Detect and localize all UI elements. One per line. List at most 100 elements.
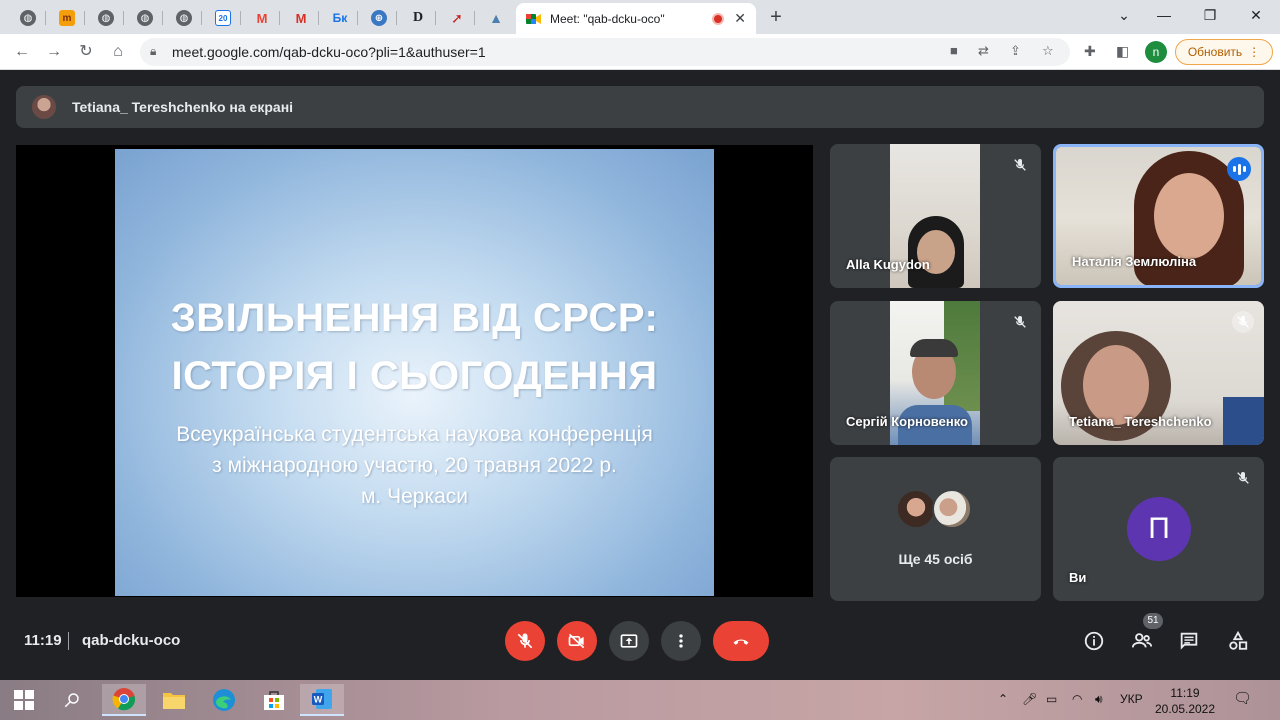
tab-meet-active[interactable]: Meet: "qab-dcku-oco" ✕ — [516, 3, 756, 34]
profile-avatar[interactable]: n — [1145, 41, 1167, 63]
tab-9[interactable]: Бк — [322, 4, 358, 32]
bookmark-star-icon[interactable]: ☆ — [1042, 43, 1054, 59]
globe-icon: ◍ — [176, 10, 192, 26]
mic-off-icon — [1232, 311, 1254, 333]
system-date: 20.05.2022 — [1154, 702, 1216, 716]
participant-count-badge: 51 — [1143, 613, 1163, 629]
slide-subtitle: Всеукраїнська студентська наукова конфер… — [176, 419, 652, 512]
microphone-toggle-button[interactable] — [505, 621, 545, 661]
presenter-avatar — [32, 95, 56, 119]
tab-4[interactable]: ◍ — [127, 4, 163, 32]
home-icon[interactable]: ⌂ — [106, 40, 130, 64]
taskbar-edge[interactable] — [202, 684, 246, 716]
taskbar-store[interactable] — [252, 684, 296, 716]
mic-off-icon — [517, 633, 533, 649]
tab-11[interactable]: D — [400, 4, 436, 32]
tab-1[interactable]: ◍ — [10, 4, 46, 32]
svg-text:W: W — [314, 695, 323, 705]
shared-screen[interactable]: ЗВІЛЬНЕННЯ ВІД СРСР: ІСТОРІЯ І СЬОГОДЕНН… — [16, 145, 813, 597]
divider — [68, 632, 69, 650]
url-text[interactable]: meet.google.com/qab-dcku-oco?pli=1&authu… — [172, 44, 486, 60]
new-tab-button[interactable]: + — [764, 6, 788, 30]
taskbar-word[interactable]: W — [300, 684, 344, 716]
side-panel-icon[interactable]: ◧ — [1116, 43, 1129, 60]
wifi-icon[interactable]: ◠ — [1072, 692, 1082, 706]
meeting-code[interactable]: qab-dcku-oco — [82, 632, 180, 649]
windows-logo-icon — [14, 690, 34, 710]
more-participants-label: Ще 45 осіб — [898, 551, 973, 567]
hang-up-icon — [733, 639, 749, 645]
more-options-button[interactable] — [661, 621, 701, 661]
microphone-in-use-icon[interactable]: 🎤︎ — [1022, 692, 1037, 706]
volume-icon[interactable]: 🔊︎ — [1095, 692, 1103, 707]
taskbar-file-explorer[interactable] — [152, 684, 196, 716]
browser-tab-strip: ◍ m ◍ ◍ ◍ 20 M M Бк ⊕ D ➚ ▲ Meet: "qab-d… — [0, 0, 1280, 34]
address-bar[interactable]: 🔒︎ meet.google.com/qab-dcku-oco?pli=1&au… — [140, 38, 1070, 66]
tab-8[interactable]: M — [283, 4, 319, 32]
tab-6[interactable]: 20 — [205, 4, 241, 32]
more-participants-tile[interactable]: Ще 45 осіб — [830, 457, 1041, 601]
back-icon[interactable]: ← — [10, 40, 34, 64]
camera-toggle-button[interactable] — [557, 621, 597, 661]
chat-icon[interactable] — [1178, 630, 1202, 652]
participant-tile[interactable]: Сергій Корновенко — [830, 301, 1041, 445]
show-hidden-icons-icon[interactable]: ⌃ — [998, 692, 1008, 706]
people-icon[interactable] — [1131, 630, 1155, 652]
leave-call-button[interactable] — [713, 621, 769, 661]
gmail-icon: M — [256, 10, 268, 26]
slide-subtitle-line-3: м. Черкаси — [360, 485, 469, 508]
speaking-indicator-icon — [1227, 157, 1251, 181]
lock-icon[interactable]: 🔒︎ — [150, 44, 156, 59]
mic-off-icon — [1009, 154, 1031, 176]
globe-icon: ◍ — [20, 10, 36, 26]
camera-indicator-icon[interactable]: ■ — [950, 43, 958, 58]
tab-10[interactable]: ⊕ — [361, 4, 397, 32]
update-label: Обновить — [1187, 45, 1243, 59]
update-button[interactable]: Обновить ⋮ — [1175, 39, 1273, 65]
input-language[interactable]: УКР — [1120, 692, 1143, 706]
self-tile[interactable]: П Ви — [1053, 457, 1264, 601]
extensions-icon[interactable]: ✚ — [1084, 43, 1096, 60]
tab-2[interactable]: m — [49, 4, 85, 32]
close-window-button[interactable]: ✕ — [1236, 4, 1276, 26]
restore-button[interactable]: ❐ — [1190, 4, 1230, 26]
tab-7[interactable]: M — [244, 4, 280, 32]
avatar — [896, 489, 936, 529]
meeting-details-icon[interactable] — [1083, 630, 1107, 652]
tab-search-icon[interactable]: ⌄ — [1104, 4, 1144, 26]
tab-13[interactable]: ▲ — [478, 4, 514, 32]
search-icon — [64, 693, 79, 708]
tab-title: Meet: "qab-dcku-oco" — [550, 11, 665, 26]
translate-icon[interactable]: ⇄ — [978, 43, 989, 59]
start-button[interactable] — [2, 684, 46, 716]
menu-dots-icon[interactable]: ⋮ — [1248, 45, 1260, 59]
share-icon[interactable]: ⇪ — [1010, 43, 1021, 59]
mic-off-icon — [1009, 311, 1031, 333]
battery-icon[interactable]: ▭ — [1046, 692, 1057, 706]
participant-tile[interactable]: Alla Kugydon — [830, 144, 1041, 288]
store-icon — [264, 691, 284, 710]
forward-icon[interactable]: → — [42, 40, 66, 64]
close-tab-icon[interactable]: ✕ — [734, 10, 746, 27]
recording-icon — [712, 12, 725, 25]
system-time: 11:19 — [1170, 686, 1200, 700]
slide-title-line-1: ЗВІЛЬНЕННЯ ВІД СРСР: — [170, 296, 659, 340]
participant-tile[interactable]: Tetiana_ Tereshchenko — [1053, 301, 1264, 445]
tab-12[interactable]: ➚ — [439, 4, 475, 32]
taskbar-chrome[interactable] — [102, 684, 146, 716]
activities-icon[interactable] — [1227, 630, 1251, 652]
minimize-button[interactable]: — — [1144, 4, 1184, 26]
notifications-icon[interactable]: 🗨︎ — [1233, 689, 1252, 707]
screen: ◍ m ◍ ◍ ◍ 20 M M Бк ⊕ D ➚ ▲ Meet: "qab-d… — [0, 0, 1280, 720]
presenting-text: Tetiana_ Tereshchenko на екрані — [72, 99, 294, 115]
tab-3[interactable]: ◍ — [88, 4, 124, 32]
present-screen-button[interactable] — [609, 621, 649, 661]
search-button[interactable] — [50, 684, 94, 716]
reload-icon[interactable]: ↻ — [74, 40, 98, 64]
system-clock[interactable]: 11:19 20.05.2022 — [1150, 685, 1220, 717]
participant-tile-speaking[interactable]: Наталія Землюліна — [1053, 144, 1264, 288]
word-icon: W — [312, 689, 332, 709]
edge-icon — [213, 689, 235, 711]
tab-5[interactable]: ◍ — [166, 4, 202, 32]
participant-name: Наталія Землюліна — [1072, 254, 1197, 269]
